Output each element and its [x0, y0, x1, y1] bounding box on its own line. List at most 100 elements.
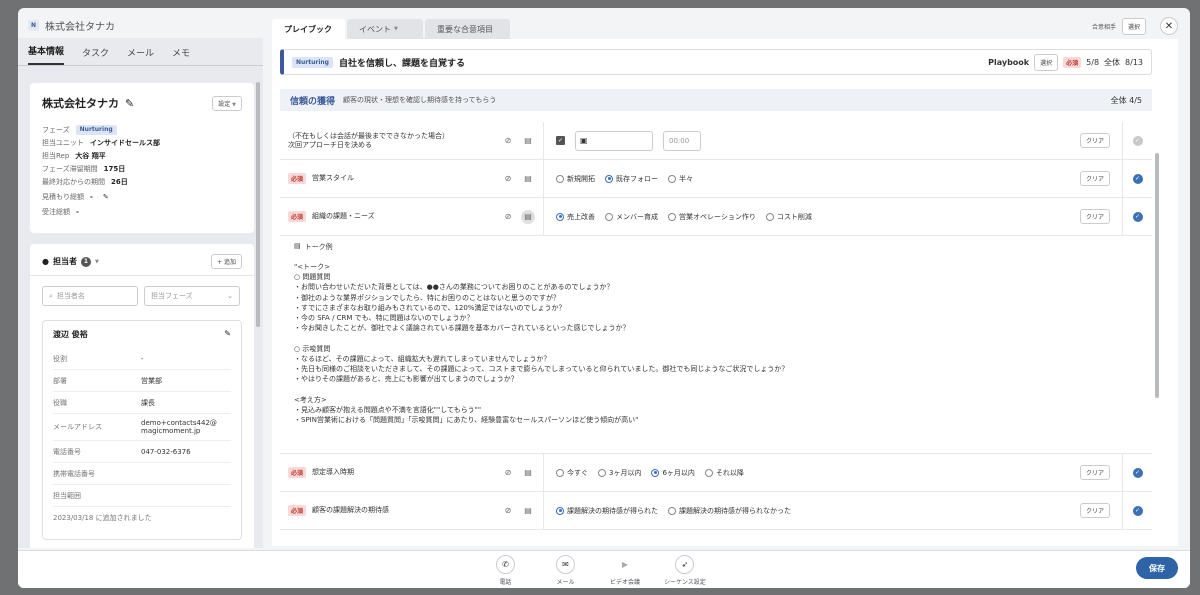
- status-check-icon: ✓: [1132, 211, 1143, 222]
- contact-row: 部署 営業部: [53, 370, 231, 392]
- radio-option[interactable]: コスト削減: [765, 212, 812, 222]
- clear-button[interactable]: クリア: [1079, 133, 1110, 148]
- chevron-down-icon: ▼: [394, 26, 398, 32]
- save-button[interactable]: 保存: [1136, 557, 1178, 579]
- field-orders: 受注総額 -: [42, 208, 79, 216]
- add-task-icon[interactable]: ⊘: [501, 172, 515, 186]
- mail-icon: ✉: [556, 555, 575, 574]
- edit-icon[interactable]: ✎: [125, 97, 134, 110]
- edit-icon[interactable]: ✎: [103, 192, 109, 202]
- date-input[interactable]: ▣: [575, 130, 653, 151]
- radio-option[interactable]: 今すぐ: [556, 468, 588, 478]
- playbook-row: 必須 想定導入時期 ⊘ ▤ 今すぐ 3ヶ月以内 6ヶ月以内 それ以降 クリア ✓: [280, 454, 1152, 492]
- comment-icon[interactable]: ▤: [521, 172, 535, 186]
- radio-option[interactable]: それ以降: [704, 468, 744, 478]
- field-phase: フェーズ Nurturing: [42, 125, 242, 135]
- playbook-header: Nurturing 自社を信頼し、課題を自覚する Playbook 選択 必須 …: [280, 49, 1152, 75]
- add-task-icon[interactable]: ⊘: [501, 210, 515, 224]
- playbook-row: 必須 顧客の課題解決の期待感 ⊘ ▤ 課題解決の期待感が得られた 課題解決の期待…: [280, 492, 1152, 530]
- edit-icon[interactable]: ✎: [224, 329, 231, 340]
- radio-option[interactable]: 半々: [668, 174, 693, 184]
- playbook-row: （不在もしくは会話が最後までできなかった場合） 次回アプローチ日を決める ⊘ ▤…: [280, 122, 1152, 160]
- left-panel: 基本情報 タスク メール メモ 株式会社タナカ ✎ 設定 ▼ フェーズ Nurtu…: [18, 38, 263, 548]
- clear-button[interactable]: クリア: [1079, 465, 1110, 480]
- add-task-icon[interactable]: ⊘: [501, 134, 515, 148]
- company-card-title: 株式会社タナカ: [42, 97, 119, 110]
- company-logo: N: [28, 20, 39, 31]
- tab-memo[interactable]: メモ: [172, 46, 190, 65]
- add-owner-button[interactable]: + 追加: [211, 254, 242, 269]
- add-task-icon[interactable]: ⊘: [501, 466, 515, 480]
- row-label: 顧客の課題解決の期待感: [312, 506, 390, 514]
- total-label: 全体: [1104, 57, 1121, 67]
- select-partner-button[interactable]: 選択: [1121, 17, 1146, 35]
- playbook-row: 必須 営業スタイル ⊘ ▤ 新規開拓 既存フォロー 半々 クリア ✓: [280, 160, 1152, 198]
- clear-button[interactable]: クリア: [1079, 171, 1110, 186]
- radio-option[interactable]: 課題解決の期待感が得られた: [556, 506, 658, 516]
- comment-icon[interactable]: ▤: [521, 504, 535, 518]
- checkbox[interactable]: ✓: [556, 136, 565, 145]
- owner-phase-select[interactable]: 担当フェーズ ⌄: [144, 286, 240, 306]
- comment-icon[interactable]: ▤: [521, 134, 535, 148]
- chevron-down-icon: ▼: [232, 102, 236, 108]
- mail-action[interactable]: ✉ メール: [556, 555, 575, 586]
- radio-option[interactable]: 6ヶ月以内: [651, 468, 695, 478]
- required-badge: 必須: [1063, 56, 1082, 68]
- add-task-icon[interactable]: ⊘: [501, 504, 515, 518]
- comment-icon[interactable]: ▤: [521, 466, 535, 480]
- radio-option[interactable]: 課題解決の期待感が得られなかった: [668, 506, 791, 516]
- tab-event[interactable]: イベント ▼: [347, 19, 423, 39]
- tab-tasks[interactable]: タスク: [82, 46, 109, 65]
- status-check-icon: ✓: [1132, 135, 1143, 146]
- radio-option[interactable]: 新規開拓: [556, 174, 595, 184]
- radio-option[interactable]: メンバー育成: [605, 212, 658, 222]
- tab-agreements[interactable]: 重要な合意項目: [425, 19, 510, 39]
- company-header: N 株式会社タナカ: [28, 18, 115, 33]
- sequence-action[interactable]: ➶ シーケンス設定: [664, 555, 706, 586]
- chevron-down-icon[interactable]: ▼: [95, 259, 99, 265]
- phone-icon: ✆: [496, 555, 515, 574]
- radio-option[interactable]: 既存フォロー: [605, 174, 658, 184]
- calendar-icon: ▣: [580, 136, 588, 145]
- playbook-select-button[interactable]: 選択: [1034, 53, 1059, 71]
- playbook-panel: Nurturing 自社を信頼し、課題を自覚する Playbook 選択 必須 …: [272, 39, 1178, 546]
- required-progress: 5/8: [1086, 57, 1100, 67]
- comment-icon[interactable]: ▤: [521, 209, 535, 224]
- close-icon[interactable]: ✕: [1160, 17, 1178, 35]
- radio-option[interactable]: 3ヶ月以内: [598, 468, 641, 478]
- field-unit: 担当ユニット インサイドセールス部: [42, 139, 160, 147]
- owners-card: ● 担当者 1 ▼ + 追加 ⌕ 担当者名 担当フェーズ ⌄ 渡辺 俊裕 ✎ 役…: [30, 244, 254, 548]
- tab-basic-info[interactable]: 基本情報: [28, 44, 65, 65]
- talk-example: ▤ トーク例 "<トーク> ○ 問題質問 ・お問い合わせいただいた背景としては、…: [280, 236, 1152, 454]
- left-scrollbar[interactable]: [256, 82, 260, 327]
- status-check-icon: ✓: [1132, 505, 1143, 516]
- row-label: 組織の課題・ニーズ: [312, 212, 375, 220]
- radio-option[interactable]: 売上改善: [556, 212, 595, 222]
- phone-action[interactable]: ✆ 電話: [496, 555, 515, 586]
- contact-row: 役職 課長: [53, 392, 231, 414]
- chevron-down-icon: ⌄: [227, 292, 233, 300]
- field-rep: 担当Rep 大谷 翔平: [42, 152, 106, 160]
- document-icon: ▤: [294, 242, 301, 250]
- playbook-row: 必須 組織の課題・ニーズ ⊘ ▤ 売上改善 メンバー育成 営業オペレーション作り…: [280, 198, 1152, 236]
- field-estimate: 見積もり総額 - ✎: [42, 192, 109, 202]
- contact-row: 担当範囲: [53, 485, 231, 507]
- tab-playbook[interactable]: プレイブック: [272, 19, 345, 39]
- required-badge: 必須: [288, 211, 307, 222]
- owner-search-input[interactable]: ⌕ 担当者名: [42, 286, 138, 306]
- video-action[interactable]: ▶ ビデオ会議: [610, 555, 640, 586]
- radio-option[interactable]: 営業オペレーション作り: [668, 212, 756, 222]
- contact-added-date: 2023/03/18 に追加されました: [53, 514, 152, 522]
- tab-mail[interactable]: メール: [127, 46, 154, 65]
- playbook-rows: （不在もしくは会話が最後までできなかった場合） 次回アプローチ日を決める ⊘ ▤…: [280, 122, 1152, 530]
- right-scrollbar[interactable]: [1155, 153, 1159, 398]
- section-desc: 顧客の現状・理想を確認し期待感を持ってもらう: [343, 96, 497, 104]
- clear-button[interactable]: クリア: [1079, 209, 1110, 224]
- settings-button[interactable]: 設定 ▼: [212, 96, 242, 111]
- company-name: 株式会社タナカ: [45, 22, 115, 33]
- playbook-title: 自社を信頼し、課題を自覚する: [338, 58, 465, 69]
- clear-button[interactable]: クリア: [1079, 503, 1110, 518]
- status-check-icon: ✓: [1132, 173, 1143, 184]
- time-input[interactable]: 00:00: [663, 130, 701, 151]
- field-stay: フェーズ滞留期間 175日: [42, 165, 126, 173]
